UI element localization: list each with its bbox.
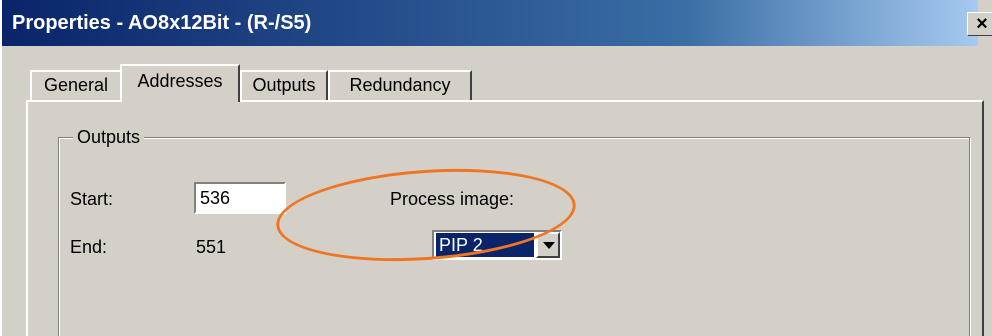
start-label: Start: xyxy=(70,189,114,209)
process-image-dropdown[interactable]: PIP 2 xyxy=(432,230,562,260)
addresses-panel: Outputs Start: End: 551 Process image: P… xyxy=(26,100,984,336)
process-image-label: Process image: xyxy=(390,189,515,209)
close-button[interactable]: × xyxy=(967,12,992,36)
tab-general[interactable]: General xyxy=(30,70,122,100)
title-bar[interactable]: Properties - AO8x12Bit - (R-/S5) xyxy=(2,0,978,46)
tab-outputs[interactable]: Outputs xyxy=(240,70,328,100)
tab-addresses[interactable]: Addresses xyxy=(120,64,240,102)
tab-redundancy[interactable]: Redundancy xyxy=(328,70,472,100)
chevron-down-icon[interactable] xyxy=(536,232,560,258)
end-label: End: xyxy=(70,237,108,257)
close-icon: × xyxy=(976,13,988,35)
start-address-input[interactable] xyxy=(194,182,286,214)
outputs-group-legend: Outputs xyxy=(73,126,145,148)
dialog-title: Properties - AO8x12Bit - (R-/S5) xyxy=(12,12,312,34)
process-image-selected-value: PIP 2 xyxy=(436,233,534,257)
end-address-value: 551 xyxy=(196,237,227,257)
properties-dialog: Properties - AO8x12Bit - (R-/S5) × Gener… xyxy=(0,0,992,336)
